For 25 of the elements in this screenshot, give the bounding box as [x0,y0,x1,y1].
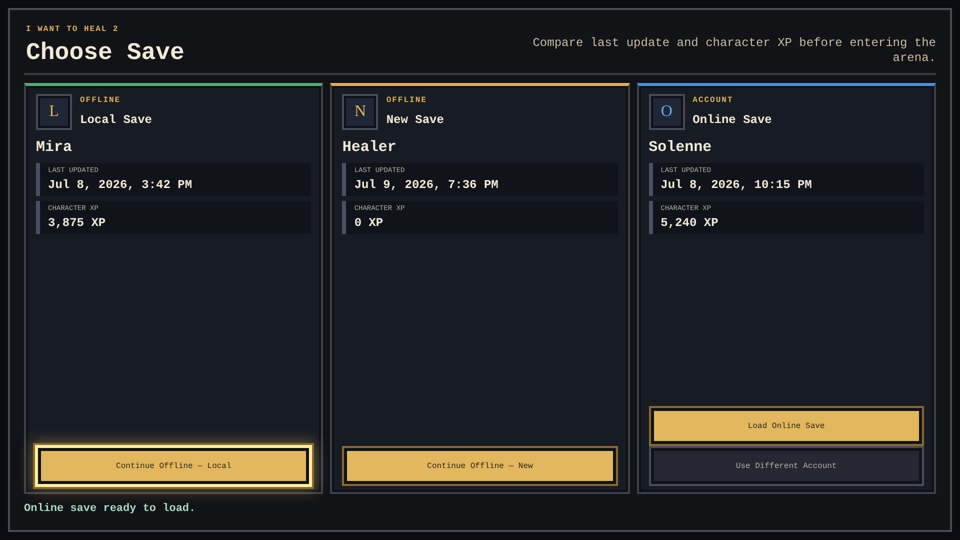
subtitle: Compare last update and character XP before entering the arena. [532,36,936,66]
primary-button[interactable]: Load Online Save [650,408,922,444]
save-name: Local Save [80,113,152,127]
save-initial-badge: L [36,94,72,130]
save-initial-badge: N [342,94,378,130]
character-name: Healer [342,139,398,156]
game-title: I WANT TO HEAL 2 [26,25,120,34]
save-name: Online Save [692,113,772,127]
save-name: New Save [386,113,444,127]
save-type-label: OFFLINE [80,96,122,105]
primary-button[interactable]: Continue Offline — New [344,448,616,484]
save-initial-badge: O [648,94,685,130]
save-type-label: ACCOUNT [692,96,734,105]
stat-value: Jul 8, 2026, 3:42 PM [48,178,194,192]
stat-value: Jul 9, 2026, 7:36 PM [354,178,500,192]
stat-value: 5,240 XP [660,216,720,230]
secondary-button[interactable]: Use Different Account [650,448,922,484]
status-message: Online save ready to load. [24,503,197,515]
stat-value: 0 XP [354,216,384,230]
character-name: Solenne [648,139,713,156]
save-type-label: OFFLINE [386,96,428,105]
page-title: Choose Save [26,40,184,67]
stat-value: Jul 8, 2026, 10:15 PM [660,178,813,192]
character-name: Mira [36,139,74,156]
stat-value: 3,875 XP [48,216,107,230]
